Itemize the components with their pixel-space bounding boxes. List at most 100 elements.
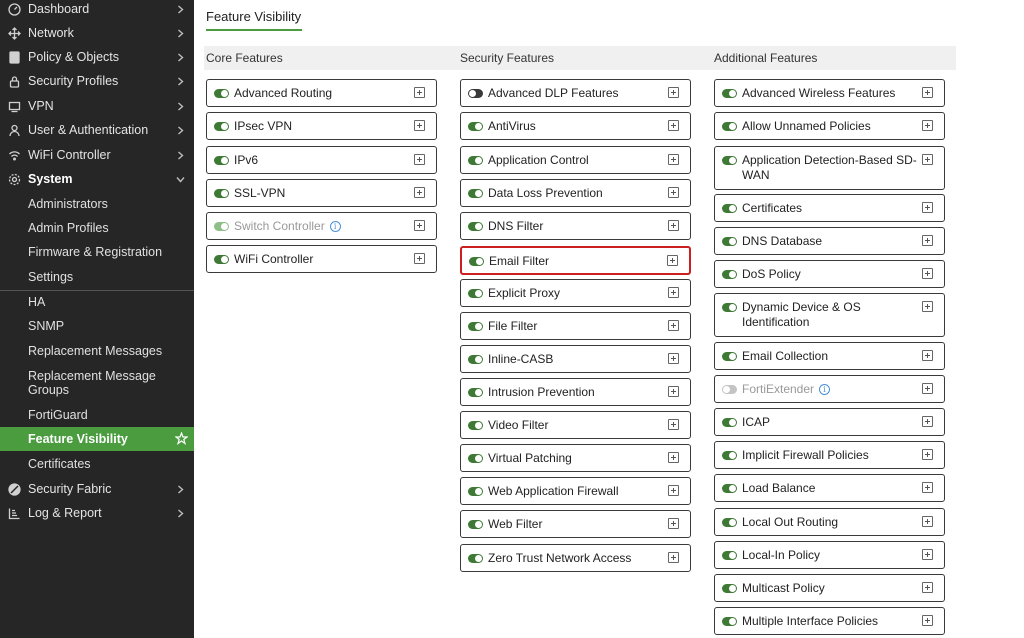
feature-card-zero-trust-network-access[interactable]: Zero Trust Network Access [460, 544, 691, 572]
sidebar-subitem-replacement-message-groups[interactable]: Replacement Message Groups [0, 364, 194, 402]
feature-card-intrusion-prevention[interactable]: Intrusion Prevention [460, 378, 691, 406]
expand-plus-icon[interactable] [668, 220, 679, 231]
feature-card-advanced-wireless-features[interactable]: Advanced Wireless Features [714, 79, 945, 107]
expand-plus-icon[interactable] [668, 552, 679, 563]
sidebar-item-vpn[interactable]: VPN [0, 94, 194, 118]
feature-toggle[interactable] [722, 303, 737, 312]
feature-card-local-in-policy[interactable]: Local-In Policy [714, 541, 945, 569]
expand-plus-icon[interactable] [922, 549, 933, 560]
feature-card-multiple-interface-policies[interactable]: Multiple Interface Policies [714, 607, 945, 635]
feature-card-video-filter[interactable]: Video Filter [460, 411, 691, 439]
feature-card-ssl-vpn[interactable]: SSL-VPN [206, 179, 437, 207]
feature-toggle[interactable] [722, 484, 737, 493]
expand-plus-icon[interactable] [922, 235, 933, 246]
info-icon[interactable]: i [819, 384, 831, 395]
feature-card-icap[interactable]: ICAP [714, 408, 945, 436]
feature-toggle[interactable] [468, 189, 483, 198]
feature-toggle[interactable] [214, 156, 229, 165]
feature-toggle[interactable] [722, 451, 737, 460]
feature-toggle[interactable] [468, 487, 483, 496]
sidebar-subitem-certificates[interactable]: Certificates [0, 452, 194, 476]
feature-card-multicast-policy[interactable]: Multicast Policy [714, 574, 945, 602]
expand-plus-icon[interactable] [922, 87, 933, 98]
feature-toggle[interactable] [722, 122, 737, 131]
sidebar-item-user-authentication[interactable]: User & Authentication [0, 118, 194, 142]
feature-card-advanced-dlp-features[interactable]: Advanced DLP Features [460, 79, 691, 107]
feature-card-certificates[interactable]: Certificates [714, 194, 945, 222]
feature-card-dns-filter[interactable]: DNS Filter [460, 212, 691, 240]
sidebar-item-system[interactable]: System [0, 167, 194, 191]
feature-card-antivirus[interactable]: AntiVirus [460, 112, 691, 140]
expand-plus-icon[interactable] [668, 87, 679, 98]
expand-plus-icon[interactable] [922, 615, 933, 626]
feature-toggle[interactable] [722, 237, 737, 246]
feature-toggle[interactable] [722, 584, 737, 593]
expand-plus-icon[interactable] [668, 452, 679, 463]
expand-plus-icon[interactable] [668, 320, 679, 331]
expand-plus-icon[interactable] [414, 154, 425, 165]
expand-plus-icon[interactable] [922, 202, 933, 213]
feature-card-dns-database[interactable]: DNS Database [714, 227, 945, 255]
feature-card-ipv6[interactable]: IPv6 [206, 146, 437, 174]
feature-toggle[interactable] [468, 156, 483, 165]
sidebar-subitem-replacement-messages[interactable]: Replacement Messages [0, 339, 194, 363]
sidebar-item-log-report[interactable]: Log & Report [0, 501, 194, 525]
expand-plus-icon[interactable] [922, 516, 933, 527]
feature-card-dos-policy[interactable]: DoS Policy [714, 260, 945, 288]
feature-toggle[interactable] [468, 122, 483, 131]
sidebar-item-dashboard[interactable]: Dashboard [0, 0, 194, 21]
expand-plus-icon[interactable] [668, 386, 679, 397]
feature-card-explicit-proxy[interactable]: Explicit Proxy [460, 279, 691, 307]
feature-card-allow-unnamed-policies[interactable]: Allow Unnamed Policies [714, 112, 945, 140]
expand-plus-icon[interactable] [668, 120, 679, 131]
feature-card-implicit-firewall-policies[interactable]: Implicit Firewall Policies [714, 441, 945, 469]
feature-card-email-filter[interactable]: Email Filter [460, 246, 691, 275]
expand-plus-icon[interactable] [414, 220, 425, 231]
feature-card-data-loss-prevention[interactable]: Data Loss Prevention [460, 179, 691, 207]
expand-plus-icon[interactable] [668, 187, 679, 198]
sidebar-subitem-administrators[interactable]: Administrators [0, 192, 194, 216]
sidebar-subitem-feature-visibility[interactable]: Feature Visibility [0, 427, 194, 451]
feature-toggle[interactable] [722, 89, 737, 98]
sidebar-subitem-snmp[interactable]: SNMP [0, 314, 194, 338]
expand-plus-icon[interactable] [922, 416, 933, 427]
feature-toggle[interactable] [722, 156, 737, 165]
feature-toggle[interactable] [722, 518, 737, 527]
expand-plus-icon[interactable] [668, 287, 679, 298]
sidebar-subitem-admin-profiles[interactable]: Admin Profiles [0, 216, 194, 240]
expand-plus-icon[interactable] [922, 350, 933, 361]
expand-plus-icon[interactable] [922, 482, 933, 493]
feature-card-web-application-firewall[interactable]: Web Application Firewall [460, 477, 691, 505]
feature-card-email-collection[interactable]: Email Collection [714, 342, 945, 370]
expand-plus-icon[interactable] [922, 582, 933, 593]
expand-plus-icon[interactable] [922, 154, 933, 165]
feature-toggle[interactable] [468, 520, 483, 529]
expand-plus-icon[interactable] [668, 353, 679, 364]
feature-card-advanced-routing[interactable]: Advanced Routing [206, 79, 437, 107]
feature-toggle[interactable] [468, 388, 483, 397]
feature-card-local-out-routing[interactable]: Local Out Routing [714, 508, 945, 536]
feature-card-fortiextender[interactable]: FortiExtender i [714, 375, 945, 403]
expand-plus-icon[interactable] [668, 518, 679, 529]
expand-plus-icon[interactable] [414, 187, 425, 198]
feature-toggle[interactable] [468, 222, 483, 231]
expand-plus-icon[interactable] [922, 449, 933, 460]
expand-plus-icon[interactable] [414, 120, 425, 131]
feature-toggle[interactable] [214, 189, 229, 198]
star-icon[interactable] [174, 431, 189, 448]
expand-plus-icon[interactable] [668, 485, 679, 496]
feature-card-dynamic-device-os-identification[interactable]: Dynamic Device & OS Identification [714, 293, 945, 337]
info-icon[interactable]: i [329, 221, 341, 232]
sidebar-item-network[interactable]: Network [0, 21, 194, 45]
feature-toggle[interactable] [468, 454, 483, 463]
sidebar-subitem-firmware-registration[interactable]: Firmware & Registration [0, 240, 194, 264]
feature-card-application-detection-based-sd-wan[interactable]: Application Detection-Based SD- WAN [714, 146, 945, 190]
feature-card-file-filter[interactable]: File Filter [460, 312, 691, 340]
feature-card-inline-casb[interactable]: Inline-CASB [460, 345, 691, 373]
feature-toggle[interactable] [722, 204, 737, 213]
feature-toggle[interactable] [722, 617, 737, 626]
sidebar-item-security-profiles[interactable]: Security Profiles [0, 69, 194, 93]
feature-toggle[interactable] [722, 418, 737, 427]
feature-card-application-control[interactable]: Application Control [460, 146, 691, 174]
feature-card-wifi-controller[interactable]: WiFi Controller [206, 245, 437, 273]
